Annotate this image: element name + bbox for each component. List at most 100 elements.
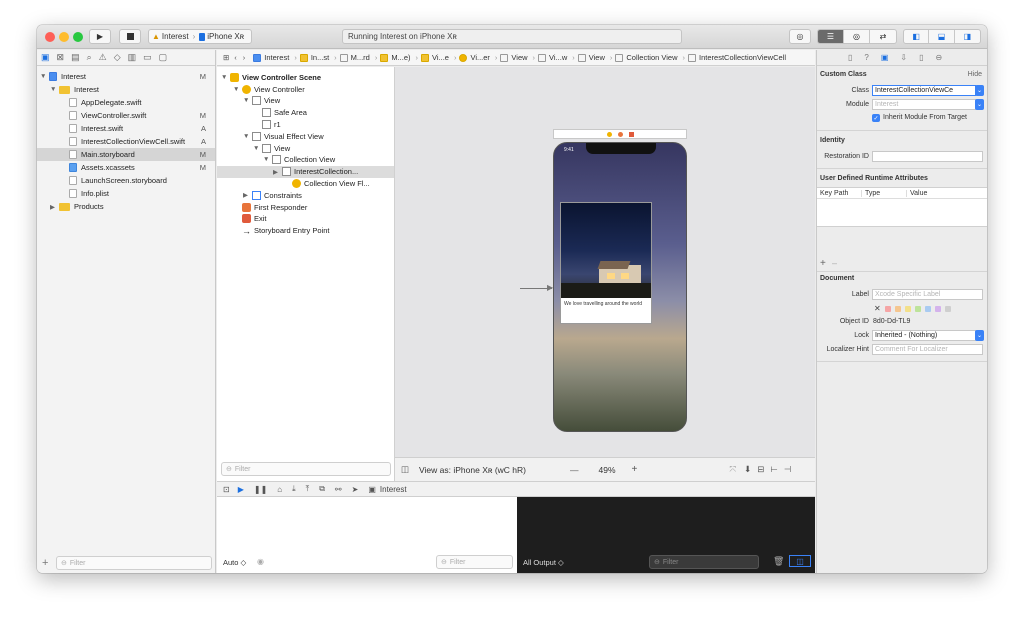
align-icon[interactable]: ⊟ [757,464,764,475]
module-field[interactable]: Interest [872,99,976,110]
class-popup-icon[interactable]: ⌄ [975,85,984,96]
grid-icon[interactable]: ⊞ [223,53,229,62]
outline-row[interactable]: ▶ Constraints [217,189,394,201]
embed-icon[interactable]: ⬇ [744,464,751,475]
breadcrumb-item[interactable]: M...rd [339,53,370,62]
lock-popup-icon[interactable]: ⌄ [975,330,984,341]
console-filter-field[interactable]: ⊖ Filter [649,555,759,569]
debug-icon[interactable]: ▥ [128,52,137,63]
no-label-icon[interactable]: ✕ [874,304,881,313]
folder-icon[interactable]: ▣ [41,52,50,63]
back-icon[interactable]: ‹ [234,53,237,62]
file-row[interactable]: Main.storyboard M [37,148,215,161]
disclosure-closed-icon[interactable]: ▶ [243,191,252,199]
class-field[interactable]: InterestCollectionViewCe [872,85,976,96]
step-over-icon[interactable]: ⌂ [277,485,282,494]
eye-icon[interactable]: ◉ [257,557,264,566]
outline-row[interactable]: → Storyboard Entry Point [217,225,394,237]
breakpoint-icon[interactable]: ▭ [143,52,152,63]
output-popup[interactable]: All Output ◇ [523,558,564,567]
disclosure-closed-icon[interactable]: ▶ [273,168,282,176]
variables-filter-field[interactable]: ⊖ Filter [436,555,513,569]
red-label-swatch[interactable] [884,305,891,312]
udra-table[interactable]: Key Path Type Value [817,187,987,227]
outline-row[interactable]: ▼ View [217,142,394,154]
attributes-inspector-icon[interactable]: ⇩ [900,53,907,62]
assistant-editor-icon[interactable]: ◎ [844,30,870,43]
breadcrumb-item[interactable]: Vi...w [538,53,567,62]
scheme-selector[interactable]: ▲ Interest › iPhone Xʀ [148,29,252,44]
interest-cell[interactable]: We love travelling around the world [560,202,652,324]
zoom-out-icon[interactable]: — [570,465,579,475]
symbol-icon[interactable]: ▤ [71,52,80,63]
debug-target[interactable]: Interest [380,485,407,494]
disclosure-open-icon[interactable]: ▼ [243,133,252,140]
outline-row[interactable]: ▼ Visual Effect View [217,130,394,142]
breadcrumb-item[interactable]: Interest [253,53,289,62]
view-as-button[interactable]: View as: iPhone Xʀ (wC hR) [419,465,526,475]
yellow-label-swatch[interactable] [904,305,911,312]
disclosure-open-icon[interactable]: ▼ [233,86,242,93]
gray-label-swatch[interactable] [944,305,951,312]
outline-row[interactable]: Collection View Fl... [217,177,394,189]
lock-popup[interactable]: Inherited - (Nothing) [872,330,976,341]
file-inspector-icon[interactable]: ▯ [848,53,852,62]
group-row[interactable]: ▼ Interest [37,83,215,96]
outline-row[interactable]: r1 [217,118,394,130]
orange-label-swatch[interactable] [894,305,901,312]
breakpoints-toggle-icon[interactable]: ▶ [238,485,244,494]
outline-row[interactable]: ▼ View Controller [217,83,394,95]
hide-debug-icon[interactable]: ⊡ [223,485,230,494]
trash-icon[interactable]: 🗑 [773,556,784,567]
run-button[interactable]: ▶ [89,29,111,44]
scene-dock[interactable] [553,129,687,139]
disclosure-open-icon[interactable]: ▼ [40,73,49,80]
disclosure-open-icon[interactable]: ▼ [243,97,252,104]
outline-row[interactable]: ▶ InterestCollection... [217,165,394,178]
location-icon[interactable]: ➤ [352,485,359,494]
outline-row[interactable]: First Responder [217,201,394,213]
zoom-window-button[interactable] [73,32,83,42]
project-row[interactable]: ▼ Interest M [37,70,215,83]
inherit-checkbox[interactable]: ✓ [872,114,880,122]
breadcrumb-item[interactable]: InterestCollectionViewCell [688,53,786,62]
file-row[interactable]: Assets.xcassets M [37,161,215,174]
label-field[interactable]: Xcode Specific Label [872,289,983,300]
value-column[interactable]: Value [907,190,927,197]
disclosure-open-icon[interactable]: ▼ [263,156,272,163]
iphone-frame[interactable]: 9:41 We love travelling around the world [553,142,687,432]
file-row[interactable]: AppDelegate.swift [37,96,215,109]
disclosure-closed-icon[interactable]: ▶ [50,203,59,211]
breadcrumb-item[interactable]: View [577,53,605,62]
outline-filter-field[interactable]: ⊖ Filter [221,462,391,476]
file-row[interactable]: InterestCollectionViewCell.swift A [37,135,215,148]
close-window-button[interactable] [45,32,55,42]
navigator-toggle-icon[interactable]: ◧ [904,30,930,43]
file-row[interactable]: LaunchScreen.storyboard [37,174,215,187]
outline-row[interactable]: Safe Area [217,107,394,119]
hide-button[interactable]: Hide [968,71,982,78]
blue-label-swatch[interactable] [924,305,931,312]
outline-row[interactable]: ▼ View [217,95,394,107]
exit-icon[interactable] [628,131,634,137]
type-column[interactable]: Type [862,189,907,197]
first-responder-icon[interactable] [617,131,623,137]
step-out-icon[interactable]: ⤒ [306,484,310,494]
module-popup-icon[interactable]: ⌄ [975,99,984,110]
version-editor-icon[interactable]: ⇄ [870,30,896,43]
test-icon[interactable]: ◇ [114,52,121,63]
key-path-column[interactable]: Key Path [817,189,862,197]
minimize-window-button[interactable] [59,32,69,42]
scene-row[interactable]: ▼ View Controller Scene [217,71,394,83]
products-row[interactable]: ▶ Products [37,200,215,213]
remove-attribute-icon[interactable]: – [832,258,837,268]
update-frames-icon[interactable]: ⤧ [729,464,736,475]
stop-button[interactable] [119,29,141,44]
file-row[interactable]: Info.plist [37,187,215,200]
standard-editor-icon[interactable]: ☰ [818,30,844,43]
green-label-swatch[interactable] [914,305,921,312]
auto-popup[interactable]: Auto ◇ [223,558,246,567]
connections-inspector-icon[interactable]: ⊖ [936,53,943,62]
disclosure-open-icon[interactable]: ▼ [221,74,230,81]
pause-icon[interactable]: ❚❚ [254,485,267,494]
